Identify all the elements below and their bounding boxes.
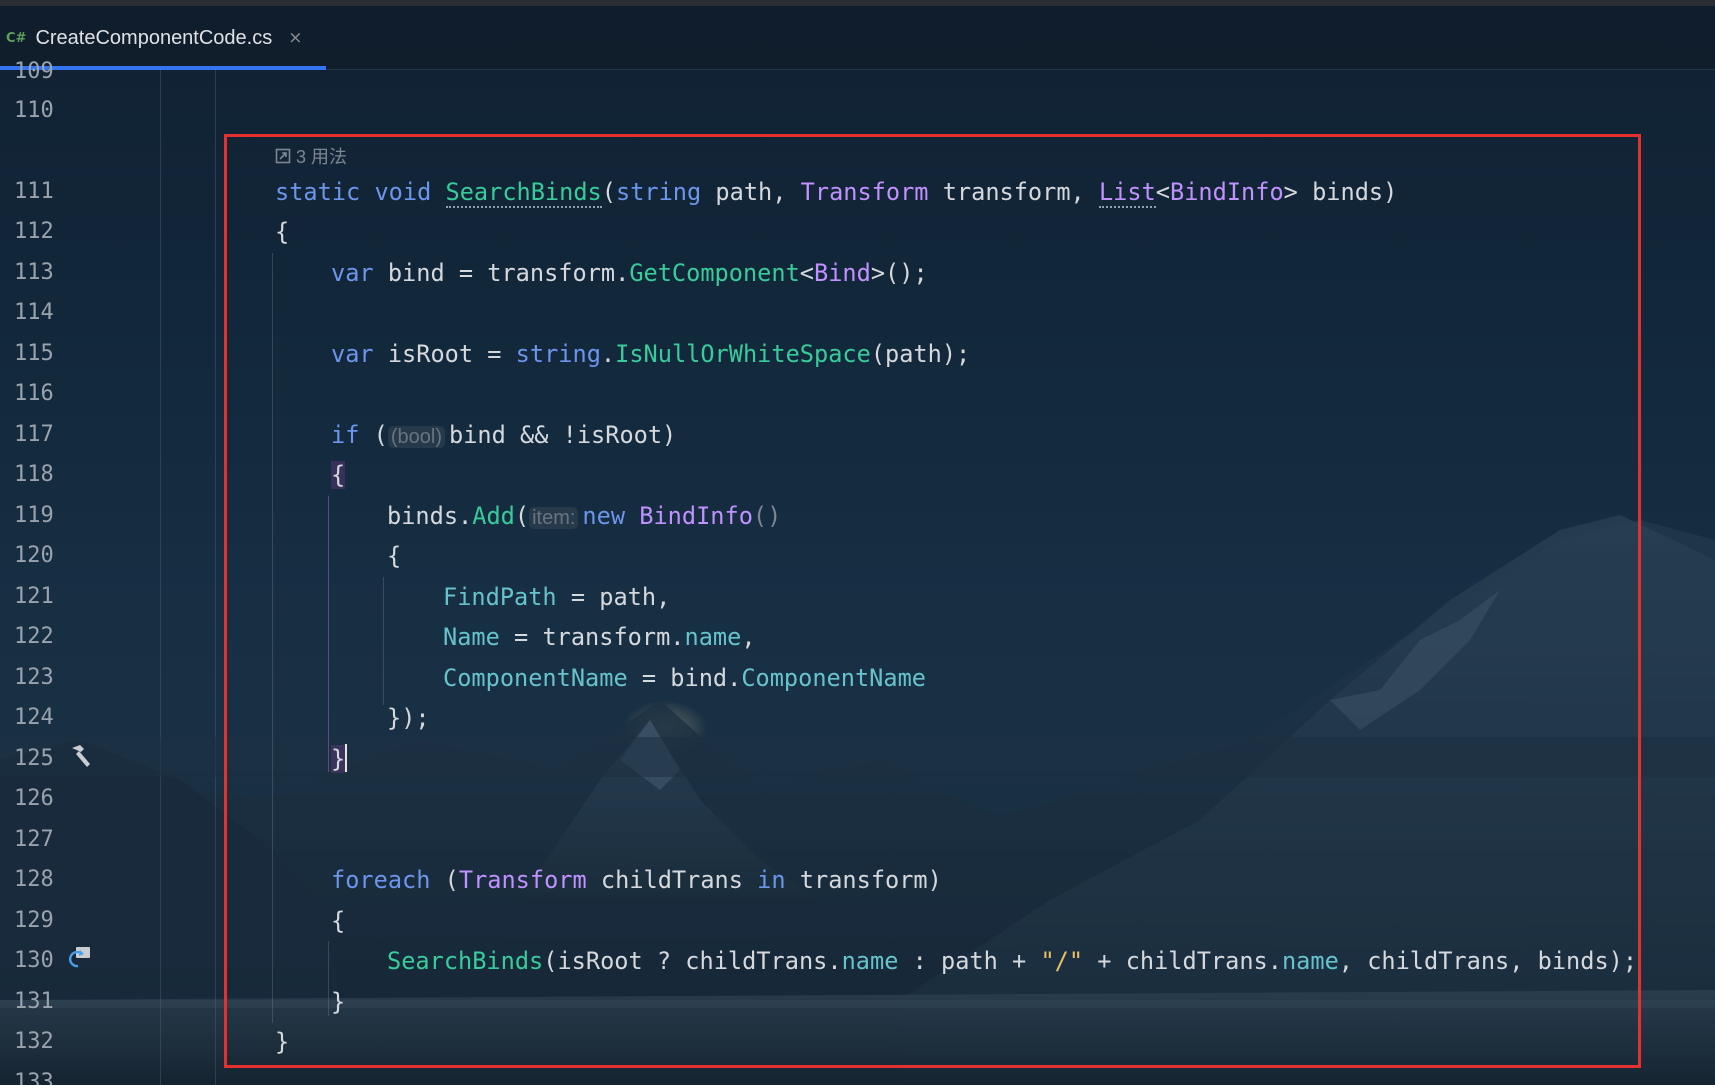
code-editor[interactable]: 109 110 111 112 113 114 115 116 117 118 … <box>0 59 1715 1085</box>
line-number: 116 <box>14 381 54 406</box>
line-number: 133 <box>14 1070 54 1085</box>
external-link-icon <box>275 148 291 164</box>
line-number: 113 <box>14 260 54 285</box>
code-line-119: binds.Add(item: new BindInfo() <box>387 502 782 530</box>
code-line-130: SearchBinds(isRoot ? childTrans.name : p… <box>387 947 1638 975</box>
code-line-117: if ((bool) bind && !isRoot) <box>331 421 677 449</box>
line-number: 122 <box>14 624 54 649</box>
inlay-hint: item: <box>529 507 579 529</box>
gutter-divider <box>160 70 161 1085</box>
code-line-111: static void SearchBinds(string path, Tra… <box>275 178 1398 208</box>
line-number: 121 <box>14 584 54 609</box>
inlay-hint: (bool) <box>387 426 445 448</box>
indent-guide <box>383 577 384 705</box>
line-number: 110 <box>14 98 54 123</box>
fold-divider <box>215 70 216 1085</box>
code-line-113: var bind = transform.GetComponent<Bind>(… <box>331 259 928 287</box>
text-caret <box>345 744 348 772</box>
line-number: 115 <box>14 341 54 366</box>
tab-filename: CreateComponentCode.cs <box>35 26 273 49</box>
indent-guide <box>328 496 329 772</box>
code-line-122: Name = transform.name, <box>443 623 756 651</box>
code-line-124: }); <box>387 704 430 732</box>
code-line-125: } <box>331 744 348 773</box>
code-line-129: { <box>331 907 346 935</box>
line-number: 131 <box>14 989 54 1014</box>
code-line-121: FindPath = path, <box>443 583 671 611</box>
line-number: 120 <box>14 543 54 568</box>
line-number: 119 <box>14 503 54 528</box>
line-number: 126 <box>14 786 54 811</box>
usages-hint[interactable]: 3 用法 <box>275 138 347 174</box>
code-line-123: ComponentName = bind.ComponentName <box>443 664 926 692</box>
indent-guide <box>272 253 273 1023</box>
hammer-icon[interactable] <box>66 742 94 770</box>
csharp-file-icon: C# <box>6 30 27 46</box>
method-name[interactable]: SearchBinds <box>445 178 602 208</box>
code-line-120: { <box>387 542 402 570</box>
current-line-highlight <box>0 737 1715 777</box>
code-line-112: { <box>275 218 290 246</box>
line-number: 132 <box>14 1029 54 1054</box>
usages-count: 3 用法 <box>296 147 348 167</box>
line-number: 114 <box>14 300 54 325</box>
recursion-icon[interactable] <box>66 944 94 972</box>
line-number: 109 <box>14 59 54 84</box>
line-number: 123 <box>14 665 54 690</box>
line-number: 127 <box>14 827 54 852</box>
code-line-132: } <box>275 1028 290 1056</box>
code-line-131: } <box>331 988 346 1016</box>
line-number: 118 <box>14 462 54 487</box>
line-number: 125 <box>14 746 54 771</box>
code-line-115: var isRoot = string.IsNullOrWhiteSpace(p… <box>331 340 971 368</box>
line-number: 130 <box>14 948 54 973</box>
code-line-128: foreach (Transform childTrans in transfo… <box>331 866 942 894</box>
close-icon[interactable]: × <box>288 28 302 48</box>
indent-guide <box>328 941 329 1016</box>
line-number: 128 <box>14 867 54 892</box>
line-number: 129 <box>14 908 54 933</box>
code-line-118: { <box>331 461 346 489</box>
line-number: 124 <box>14 705 54 730</box>
line-number: 111 <box>14 179 54 204</box>
line-number: 112 <box>14 219 54 244</box>
line-number: 117 <box>14 422 54 447</box>
editor-tab-bar: C# CreateComponentCode.cs × <box>0 6 1715 70</box>
